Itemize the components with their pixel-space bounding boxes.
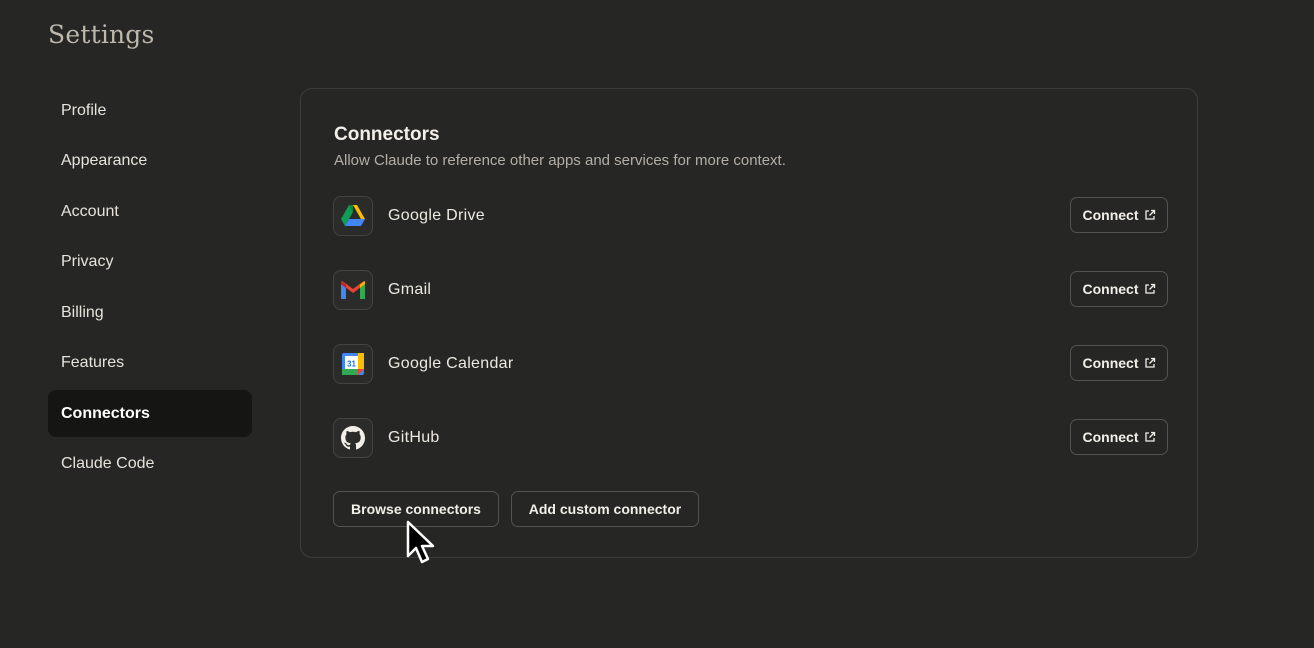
sidebar-item-account[interactable]: Account bbox=[48, 188, 252, 235]
sidebar-item-privacy[interactable]: Privacy bbox=[48, 239, 252, 286]
connect-label: Connect bbox=[1082, 355, 1139, 371]
connect-google-drive-button[interactable]: Connect bbox=[1070, 197, 1168, 233]
connector-row-github: GitHub Connect bbox=[333, 417, 1168, 461]
connect-label: Connect bbox=[1082, 281, 1139, 297]
sidebar-item-connectors[interactable]: Connectors bbox=[48, 390, 252, 437]
calendar-date: 31 bbox=[347, 360, 356, 369]
mouse-cursor-icon bbox=[406, 520, 435, 564]
add-custom-connector-button[interactable]: Add custom connector bbox=[511, 491, 699, 527]
connect-label: Connect bbox=[1082, 207, 1139, 223]
connector-row-google-drive: Google Drive Connect bbox=[333, 195, 1168, 239]
connect-gmail-button[interactable]: Connect bbox=[1070, 271, 1168, 307]
connector-name: GitHub bbox=[388, 429, 440, 446]
gmail-icon bbox=[333, 270, 373, 310]
sidebar-item-features[interactable]: Features bbox=[48, 340, 252, 387]
external-link-icon bbox=[1144, 209, 1155, 220]
connector-name: Gmail bbox=[388, 281, 432, 298]
connector-name: Google Calendar bbox=[388, 355, 514, 372]
connect-label: Connect bbox=[1082, 429, 1139, 445]
connectors-title: Connectors bbox=[334, 124, 440, 145]
page-title: Settings bbox=[48, 20, 155, 49]
external-link-icon bbox=[1144, 357, 1155, 368]
connector-row-gmail: Gmail Connect bbox=[333, 269, 1168, 313]
sidebar-item-appearance[interactable]: Appearance bbox=[48, 138, 252, 185]
github-icon bbox=[333, 418, 373, 458]
connector-row-google-calendar: 31 Google Calendar Connect bbox=[333, 343, 1168, 387]
external-link-icon bbox=[1144, 283, 1155, 294]
connect-github-button[interactable]: Connect bbox=[1070, 419, 1168, 455]
google-drive-icon bbox=[333, 196, 373, 236]
settings-sidebar: Profile Appearance Account Privacy Billi… bbox=[48, 87, 252, 491]
connect-google-calendar-button[interactable]: Connect bbox=[1070, 345, 1168, 381]
connectors-subtitle: Allow Claude to reference other apps and… bbox=[334, 152, 786, 169]
connectors-panel: Connectors Allow Claude to reference oth… bbox=[300, 88, 1198, 558]
external-link-icon bbox=[1144, 431, 1155, 442]
sidebar-item-profile[interactable]: Profile bbox=[48, 87, 252, 134]
sidebar-item-claude-code[interactable]: Claude Code bbox=[48, 441, 252, 488]
google-calendar-icon: 31 bbox=[333, 344, 373, 384]
connector-name: Google Drive bbox=[388, 207, 485, 224]
sidebar-item-billing[interactable]: Billing bbox=[48, 289, 252, 336]
